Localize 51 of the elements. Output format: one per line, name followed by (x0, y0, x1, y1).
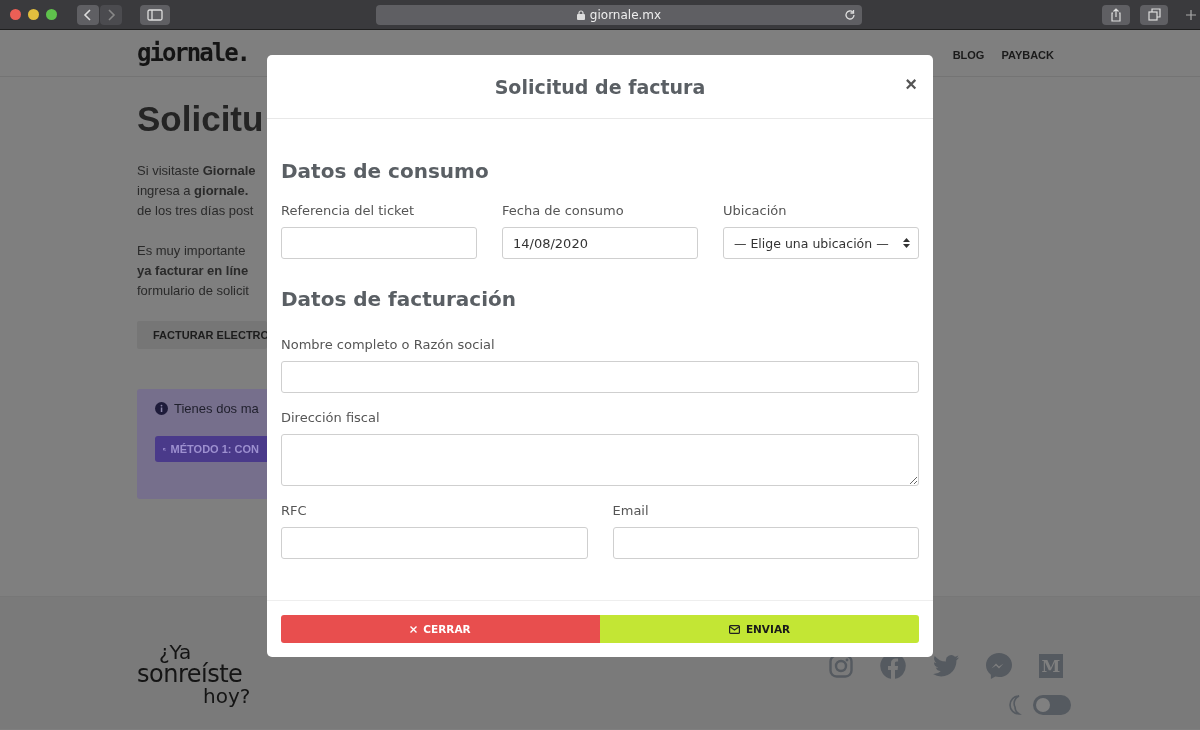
url-text: giornale.mx (589, 7, 662, 22)
address-bar[interactable]: giornale.mx (376, 4, 862, 25)
section-heading: Datos de consumo (281, 159, 490, 183)
sidebar-icon[interactable] (140, 4, 170, 25)
close-window-icon[interactable] (10, 9, 21, 20)
share-icon[interactable] (1102, 4, 1130, 25)
minimize-window-icon[interactable] (28, 9, 39, 20)
paragraph-line: formulario de solicit (137, 282, 249, 300)
reload-icon[interactable] (844, 8, 856, 21)
paragraph-line: de los tres días post (137, 202, 254, 220)
input-field[interactable] (281, 527, 588, 559)
paragraph-line: Si visitaste Giornale (137, 162, 256, 180)
input-field[interactable] (281, 227, 477, 259)
input-field[interactable] (612, 527, 919, 559)
notice-text: Tienes dos ma (174, 401, 259, 416)
field-label: RFC (281, 503, 308, 518)
sort-arrows-icon (903, 238, 910, 248)
invoice-button[interactable]: FACTURAR ELECTRO (137, 321, 267, 349)
field-label: Dirección fiscal (281, 410, 381, 425)
field-label: Email (612, 503, 650, 518)
paragraph-line: ya facturar en líne (137, 262, 249, 280)
field-label: Nombre completo o Razón social (281, 337, 496, 352)
dark-mode-toggle[interactable] (1033, 695, 1071, 715)
dialog-title: Solicitud de factura (494, 75, 706, 98)
paragraph-line: Es muy importante (137, 242, 246, 260)
paragraph-line: ingresa a giornale. (137, 182, 249, 200)
field-label: Fecha de consumo (502, 203, 625, 218)
nav-link[interactable]: PAYBACK (1001, 49, 1054, 61)
input-field[interactable] (281, 361, 919, 393)
input-field[interactable]: 14/08/2020 (502, 227, 698, 259)
send-button[interactable]: ENVIAR (600, 615, 919, 643)
zoom-window-icon[interactable] (46, 9, 57, 20)
back-icon[interactable] (77, 4, 99, 25)
page-heading: Solicitu (137, 99, 265, 139)
method-button[interactable]: MÉTODO 1: CON (155, 436, 267, 462)
section-heading: Datos de facturación (281, 287, 517, 311)
field-label: Referencia del ticket (281, 203, 416, 218)
new-tab-icon[interactable] (1184, 7, 1198, 22)
instagram-icon[interactable] (829, 654, 853, 678)
close-button[interactable]: × (901, 73, 921, 95)
close-icon (410, 625, 418, 633)
slogan-logo: ¿Ya sonreíste hoy? (137, 641, 252, 710)
info-icon (155, 402, 168, 415)
nav-link[interactable]: BLOG (952, 49, 985, 61)
tabs-icon[interactable] (1140, 4, 1168, 25)
field-label: Ubicación (723, 203, 788, 218)
lock-icon (576, 9, 585, 20)
location-select[interactable]: — Elige una ubicación — (723, 227, 919, 259)
close-button[interactable]: CERRAR (281, 615, 600, 643)
envelope-icon (728, 624, 740, 634)
site-logo[interactable]: giornale. (137, 39, 250, 67)
